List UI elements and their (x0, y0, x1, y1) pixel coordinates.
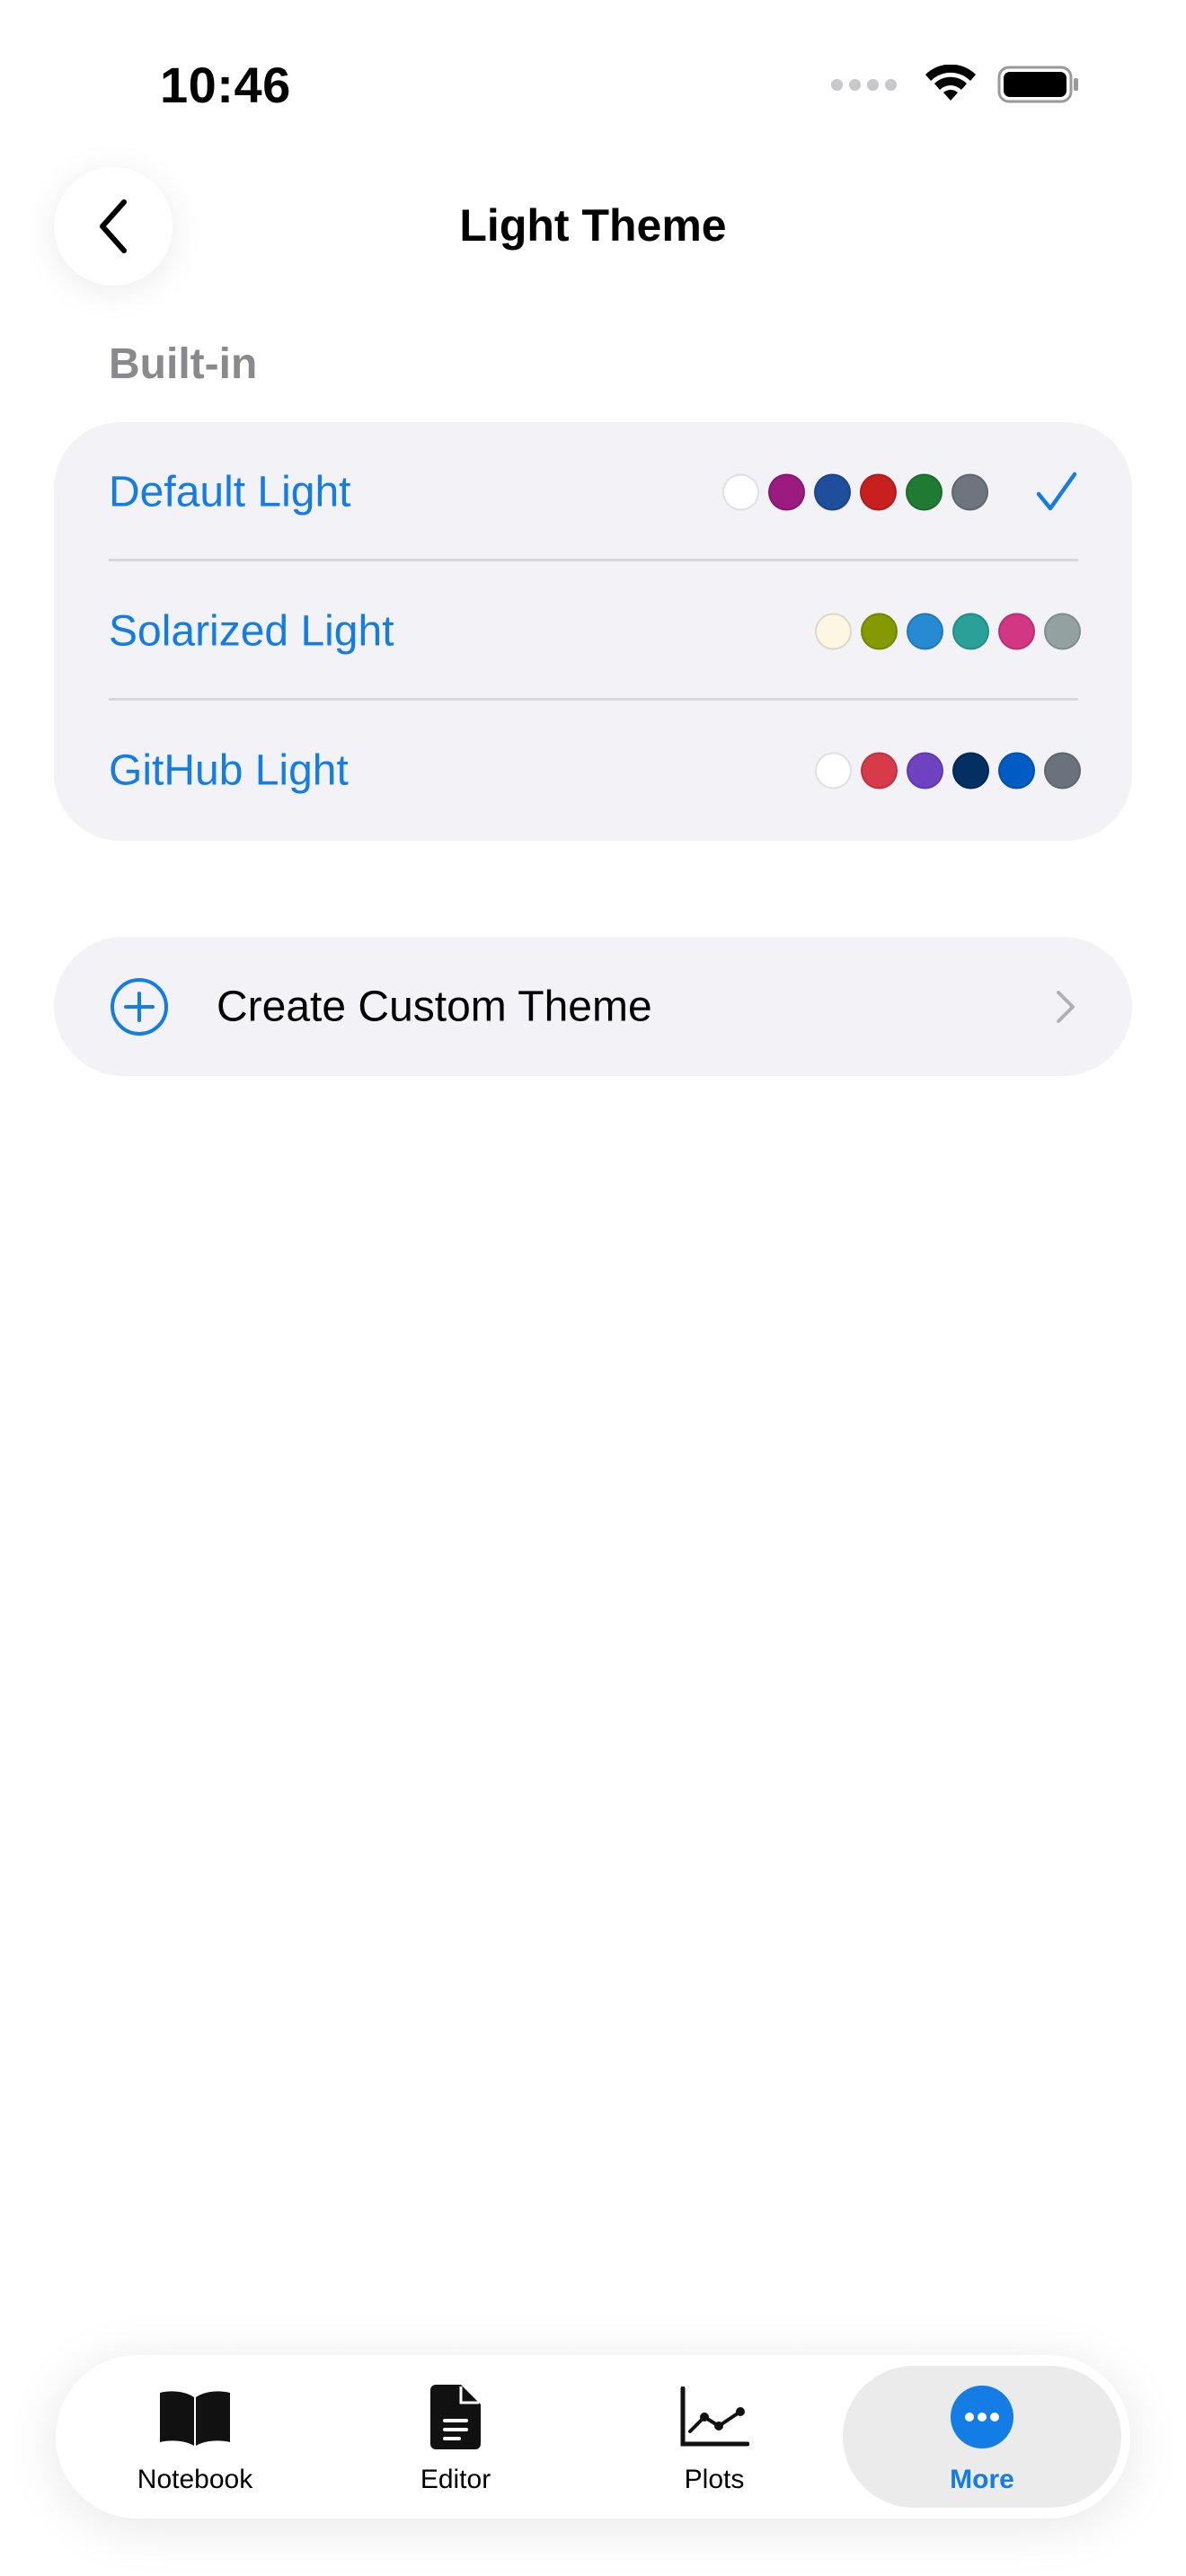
cellular-signal-icon (831, 78, 897, 91)
color-swatches (722, 473, 988, 510)
theme-name: Solarized Light (109, 607, 394, 655)
theme-row-solarized-light[interactable]: Solarized Light (54, 561, 1132, 701)
create-custom-theme-label: Create Custom Theme (217, 983, 652, 1030)
chevron-right-icon (1057, 990, 1075, 1023)
color-swatch (815, 613, 852, 649)
color-swatch (907, 752, 943, 789)
color-swatch (952, 752, 989, 789)
color-swatch (998, 613, 1035, 649)
page-title: Light Theme (459, 200, 727, 251)
color-swatch (814, 473, 851, 510)
document-icon (417, 2382, 494, 2452)
status-time: 10:46 (160, 57, 291, 113)
checkmark-icon (1036, 472, 1077, 510)
color-swatch (768, 473, 805, 510)
color-swatch (815, 752, 852, 789)
chart-line-icon (676, 2382, 753, 2452)
color-swatch (861, 752, 898, 789)
theme-row-default-light[interactable]: Default Light (54, 422, 1132, 561)
theme-list: Default Light Solarized Light GitHub Lig… (54, 422, 1132, 841)
create-custom-theme-button[interactable]: Create Custom Theme (54, 937, 1132, 1076)
color-swatch (952, 613, 989, 649)
tab-label: Notebook (137, 2465, 253, 2494)
tab-bar: Notebook Editor Plots More (56, 2355, 1130, 2519)
plus-circle-icon (111, 977, 168, 1036)
color-swatch (861, 613, 898, 649)
tab-more[interactable]: More (843, 2366, 1121, 2508)
color-swatch (998, 752, 1035, 789)
book-icon (156, 2382, 234, 2452)
battery-icon (997, 66, 1078, 103)
color-swatch (1044, 752, 1081, 789)
color-swatch (860, 473, 897, 510)
tab-notebook[interactable]: Notebook (74, 2355, 316, 2519)
section-header: Built-in (109, 340, 258, 388)
more-icon (943, 2382, 1021, 2452)
color-swatches (815, 613, 1081, 649)
status-icons (831, 65, 1080, 104)
tab-plots[interactable]: Plots (593, 2355, 836, 2519)
tab-label: Plots (684, 2465, 745, 2494)
color-swatch (907, 613, 943, 649)
theme-name: Default Light (109, 468, 351, 516)
color-swatch (722, 473, 759, 510)
color-swatch (951, 473, 988, 510)
color-swatch (906, 473, 943, 510)
tab-editor[interactable]: Editor (334, 2355, 577, 2519)
theme-name: GitHub Light (109, 746, 349, 794)
color-swatches (815, 752, 1081, 789)
tab-label: More (950, 2465, 1014, 2494)
wifi-icon (925, 65, 976, 101)
tab-label: Editor (420, 2465, 491, 2494)
color-swatch (1044, 613, 1081, 649)
theme-row-github-light[interactable]: GitHub Light (54, 701, 1132, 840)
